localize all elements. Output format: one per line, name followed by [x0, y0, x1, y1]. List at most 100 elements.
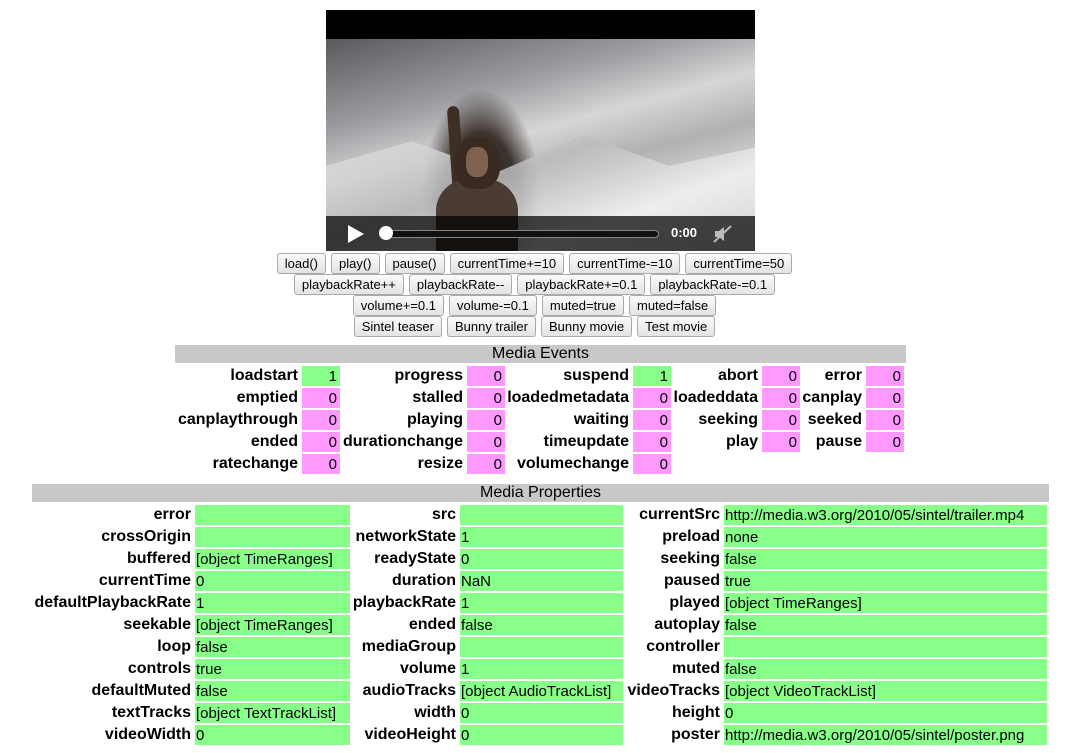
pause-button[interactable]: pause() [384, 253, 445, 274]
play-icon[interactable] [348, 225, 364, 243]
property-label-ended: ended [408, 616, 456, 633]
playbackrate-button[interactable]: playbackRate++ [293, 274, 404, 295]
property-value-ended: false [460, 615, 623, 635]
event-label-resize: resize [417, 455, 463, 472]
volume-0-1-button[interactable]: volume+=0.1 [352, 295, 444, 316]
property-label-defaultplaybackrate: defaultPlaybackRate [34, 594, 191, 611]
event-count-canplay: 0 [866, 388, 904, 408]
event-count-loadedmetadata: 0 [633, 388, 671, 408]
property-label-videoheight: videoHeight [364, 726, 456, 743]
event-count-playing: 0 [467, 410, 505, 430]
event-count-resize: 0 [467, 454, 505, 474]
event-label-canplay: canplay [802, 389, 862, 406]
property-label-duration: duration [392, 572, 456, 589]
event-count-canplaythrough: 0 [302, 410, 340, 430]
event-label-waiting: waiting [573, 411, 629, 428]
event-label-seeked: seeked [807, 411, 862, 428]
time-display: 0:00 [671, 225, 698, 240]
property-value-videowidth: 0 [195, 725, 350, 745]
property-value-seekable: [object TimeRanges] [195, 615, 350, 635]
bunny-movie-button[interactable]: Bunny movie [540, 316, 633, 337]
property-label-poster: poster [671, 726, 720, 743]
property-label-currentsrc: currentSrc [639, 506, 720, 523]
event-count-progress: 0 [467, 366, 505, 386]
currenttime-50-button[interactable]: currentTime=50 [685, 253, 793, 274]
property-label-audiotracks: audioTracks [362, 682, 456, 699]
property-value-duration: NaN [460, 571, 623, 591]
event-label-seeking: seeking [698, 411, 758, 428]
property-label-defaultmuted: defaultMuted [91, 682, 191, 699]
property-label-playbackrate: playbackRate [352, 594, 456, 611]
muted-speaker-icon[interactable] [713, 225, 733, 243]
property-value-controls: true [195, 659, 350, 679]
event-count-volumechange: 0 [633, 454, 671, 474]
sintel-teaser-button[interactable]: Sintel teaser [353, 316, 442, 337]
property-value-paused: true [724, 571, 1047, 591]
property-value-autoplay: false [724, 615, 1047, 635]
media-properties-header: Media Properties [32, 484, 1049, 502]
seek-bar[interactable] [379, 226, 659, 240]
load-button[interactable]: load() [276, 253, 326, 274]
property-label-seeking: seeking [660, 550, 720, 567]
property-value-width: 0 [460, 703, 623, 723]
property-label-crossorigin: crossOrigin [101, 528, 191, 545]
property-label-src: src [431, 506, 456, 523]
event-count-emptied: 0 [302, 388, 340, 408]
property-label-networkstate: networkState [355, 528, 456, 545]
currenttime-10-button[interactable]: currentTime-=10 [569, 253, 681, 274]
event-label-volumechange: volumechange [516, 455, 629, 472]
property-value-texttracks: [object TextTrackList] [195, 703, 350, 723]
property-label-videotracks: videoTracks [627, 682, 721, 699]
currenttime-10-button[interactable]: currentTime+=10 [449, 253, 565, 274]
figure-face [466, 147, 488, 177]
property-label-currenttime: currentTime [98, 572, 191, 589]
property-label-played: played [669, 594, 720, 611]
event-count-seeked: 0 [866, 410, 904, 430]
muted-false-button[interactable]: muted=false [629, 295, 717, 316]
video-controls: 0:00 [326, 216, 755, 251]
video-player[interactable]: 0:00 [326, 10, 755, 251]
property-label-volume: volume [399, 660, 456, 677]
property-value-src [460, 505, 623, 525]
property-value-poster: http://media.w3.org/2010/05/sintel/poste… [724, 725, 1047, 745]
property-label-paused: paused [663, 572, 720, 589]
muted-true-button[interactable]: muted=true [541, 295, 624, 316]
event-label-loadstart: loadstart [230, 367, 298, 384]
event-label-loadedmetadata: loadedmetadata [507, 389, 629, 406]
event-label-ended: ended [250, 433, 298, 450]
playbackrate-0-1-button[interactable]: playbackRate-=0.1 [650, 274, 776, 295]
property-label-texttracks: textTracks [111, 704, 191, 721]
event-count-seeking: 0 [762, 410, 800, 430]
property-label-loop: loop [157, 638, 191, 655]
event-label-playing: playing [406, 411, 463, 428]
playbackrate-0-1-button[interactable]: playbackRate+=0.1 [517, 274, 646, 295]
property-label-error: error [153, 506, 191, 523]
bunny-trailer-button[interactable]: Bunny trailer [446, 316, 536, 337]
volume-0-1-button[interactable]: volume-=0.1 [448, 295, 537, 316]
property-label-controller: controller [646, 638, 720, 655]
property-value-controller [724, 637, 1047, 657]
seek-knob[interactable] [379, 226, 393, 240]
event-label-emptied: emptied [236, 389, 298, 406]
event-count-ratechange: 0 [302, 454, 340, 474]
property-value-playbackrate: 1 [460, 593, 623, 613]
property-label-muted: muted [672, 660, 720, 677]
property-value-videoheight: 0 [460, 725, 623, 745]
event-count-durationchange: 0 [467, 432, 505, 452]
property-value-muted: false [724, 659, 1047, 679]
property-value-audiotracks: [object AudioTrackList] [460, 681, 623, 701]
property-value-height: 0 [724, 703, 1047, 723]
property-value-preload: none [724, 527, 1047, 547]
event-count-loadstart: 1 [302, 366, 340, 386]
property-value-played: [object TimeRanges] [724, 593, 1047, 613]
playbackrate-button[interactable]: playbackRate-- [408, 274, 513, 295]
event-count-loadeddata: 0 [762, 388, 800, 408]
property-value-networkstate: 1 [460, 527, 623, 547]
property-value-loop: false [195, 637, 350, 657]
property-label-controls: controls [127, 660, 191, 677]
property-label-width: width [414, 704, 456, 721]
property-value-seeking: false [724, 549, 1047, 569]
button-row-2: playbackRate++ playbackRate-- playbackRate… [0, 274, 1069, 295]
play-button[interactable]: play() [330, 253, 380, 274]
test-movie-button[interactable]: Test movie [637, 316, 716, 337]
